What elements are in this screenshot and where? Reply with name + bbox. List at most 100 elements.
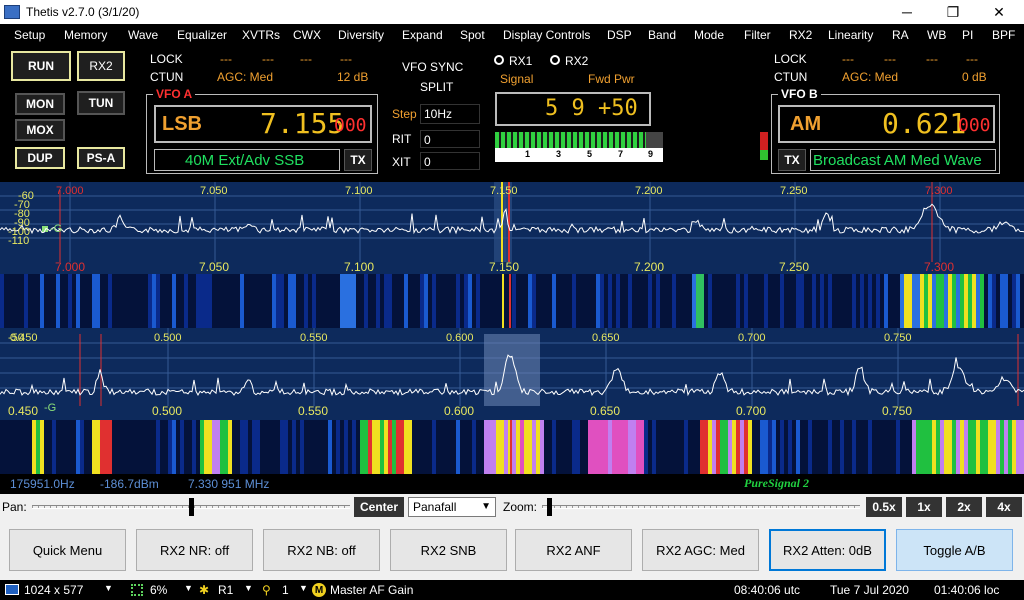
rx2-nb-button[interactable]: RX2 NB: off bbox=[263, 529, 380, 571]
rx2-button[interactable]: RX2 bbox=[77, 51, 125, 81]
menu-spot[interactable]: Spot bbox=[460, 28, 485, 42]
toggle-ab-button[interactable]: Toggle A/B bbox=[896, 529, 1013, 571]
rx1-radio[interactable] bbox=[494, 55, 504, 65]
menu-wb[interactable]: WB bbox=[927, 28, 946, 42]
waterfall-column bbox=[820, 420, 824, 474]
waterfall-column bbox=[340, 420, 344, 474]
run-button[interactable]: RUN bbox=[11, 51, 71, 81]
vfob-tx-button[interactable]: TX bbox=[778, 149, 806, 171]
antenna-dropdown-icon[interactable]: ▼ bbox=[299, 583, 308, 593]
menu-setup[interactable]: Setup bbox=[14, 28, 45, 42]
menu-pi[interactable]: PI bbox=[962, 28, 973, 42]
rx2-snb-button[interactable]: RX2 SNB bbox=[390, 529, 507, 571]
waterfall-column bbox=[644, 420, 648, 474]
waterfall-column bbox=[276, 420, 280, 474]
zoom-slider[interactable] bbox=[542, 505, 860, 509]
step-field[interactable]: 10Hz bbox=[420, 104, 480, 124]
vfoa-display[interactable]: LSB 7.155 000 bbox=[154, 105, 372, 143]
waterfall-column bbox=[464, 420, 468, 474]
xit-label[interactable]: XIT bbox=[392, 155, 411, 169]
split-label[interactable]: SPLIT bbox=[420, 80, 453, 94]
menu-diversity[interactable]: Diversity bbox=[338, 28, 384, 42]
mox-button[interactable]: MOX bbox=[15, 119, 65, 141]
minimize-button[interactable]: ─ bbox=[884, 0, 930, 24]
rx-label[interactable]: R1 bbox=[218, 583, 233, 597]
waterfall-column bbox=[272, 274, 276, 328]
waterfall-column bbox=[636, 274, 640, 328]
mon-button[interactable]: MON bbox=[15, 93, 65, 115]
waterfall-column bbox=[988, 274, 992, 328]
vfoa-ctun-label[interactable]: CTUN bbox=[150, 70, 183, 84]
display-mode-select[interactable]: Panafall ▼ bbox=[408, 497, 496, 517]
meter-signal-select[interactable]: Signal bbox=[500, 72, 533, 86]
rx2-atten-button[interactable]: RX2 Atten: 0dB bbox=[769, 529, 886, 571]
center-button[interactable]: Center bbox=[354, 497, 404, 517]
rx2-anf-button[interactable]: RX2 ANF bbox=[515, 529, 632, 571]
waterfall-column bbox=[140, 420, 144, 474]
menu-cwx[interactable]: CWX bbox=[293, 28, 321, 42]
rx-dropdown-icon[interactable]: ▼ bbox=[244, 583, 253, 593]
vfob-ctun-label[interactable]: CTUN bbox=[774, 70, 807, 84]
rx2-bottom-tick-0650: 0.650 bbox=[590, 404, 621, 418]
menu-memory[interactable]: Memory bbox=[64, 28, 107, 42]
menu-linearity[interactable]: Linearity bbox=[828, 28, 873, 42]
meter-fwdpwr-select[interactable]: Fwd Pwr bbox=[588, 72, 635, 86]
maximize-button[interactable]: ❐ bbox=[930, 0, 976, 24]
menu-equalizer[interactable]: Equalizer bbox=[177, 28, 227, 42]
waterfall-column bbox=[816, 274, 820, 328]
waterfall-column bbox=[584, 274, 588, 328]
waterfall-column bbox=[488, 274, 492, 328]
menu-bpf[interactable]: BPF bbox=[992, 28, 1015, 42]
waterfall-column bbox=[240, 420, 244, 474]
waterfall-column bbox=[392, 274, 396, 328]
menu-ra[interactable]: RA bbox=[892, 28, 909, 42]
rx2-agc-button[interactable]: RX2 AGC: Med bbox=[642, 529, 759, 571]
rit-field[interactable]: 0 bbox=[420, 130, 480, 148]
zoom-4x-button[interactable]: 4x bbox=[986, 497, 1022, 517]
vfob-lock-label[interactable]: LOCK bbox=[774, 52, 807, 66]
menu-xvtrs[interactable]: XVTRs bbox=[242, 28, 280, 42]
antenna-label[interactable]: 1 bbox=[282, 583, 289, 597]
zoom-0-5x-button[interactable]: 0.5x bbox=[866, 497, 902, 517]
cpu-label[interactable]: 6% bbox=[150, 583, 167, 597]
rx2-panadapter[interactable]: -50 -G 0.450 0.500 0.550 0.600 0.650 0.7… bbox=[0, 328, 1024, 420]
waterfall-column bbox=[288, 274, 292, 328]
tun-button[interactable]: TUN bbox=[77, 91, 125, 115]
menu-band[interactable]: Band bbox=[648, 28, 676, 42]
vfob-display[interactable]: AM 0.621 000 bbox=[778, 105, 995, 143]
quick-menu-button[interactable]: Quick Menu bbox=[9, 529, 126, 571]
resolution-label[interactable]: 1024 x 577 bbox=[24, 583, 83, 597]
close-button[interactable]: ✕ bbox=[976, 0, 1022, 24]
pan-slider-thumb[interactable] bbox=[189, 498, 194, 516]
rx1-waterfall[interactable] bbox=[0, 274, 1024, 328]
rit-label[interactable]: RIT bbox=[392, 132, 411, 146]
rx1-panadapter[interactable]: -60 -70 -80 -90 -100 -110 -G 7.000 7.050… bbox=[0, 182, 1024, 274]
rx2-nr-button[interactable]: RX2 NR: off bbox=[136, 529, 253, 571]
vfo-sync-label[interactable]: VFO SYNC bbox=[402, 60, 463, 74]
menu-dsp[interactable]: DSP bbox=[607, 28, 632, 42]
waterfall-column bbox=[408, 274, 412, 328]
waterfall-column bbox=[700, 274, 704, 328]
rx2-radio[interactable] bbox=[550, 55, 560, 65]
waterfall-column bbox=[8, 420, 12, 474]
menu-rx2[interactable]: RX2 bbox=[789, 28, 812, 42]
dup-button[interactable]: DUP bbox=[15, 147, 65, 169]
meter-scale: 1 3 5 7 9 bbox=[495, 148, 663, 162]
zoom-slider-thumb[interactable] bbox=[547, 498, 552, 516]
menu-expand[interactable]: Expand bbox=[402, 28, 443, 42]
menu-filter[interactable]: Filter bbox=[744, 28, 771, 42]
psa-button[interactable]: PS-A bbox=[77, 147, 125, 169]
zoom-1x-button[interactable]: 1x bbox=[906, 497, 942, 517]
master-af-gain-label[interactable]: Master AF Gain bbox=[330, 583, 413, 597]
resolution-dropdown-icon[interactable]: ▼ bbox=[104, 583, 113, 593]
menu-mode[interactable]: Mode bbox=[694, 28, 724, 42]
cpu-dropdown-icon[interactable]: ▼ bbox=[184, 583, 193, 593]
zoom-2x-button[interactable]: 2x bbox=[946, 497, 982, 517]
menu-wave[interactable]: Wave bbox=[128, 28, 158, 42]
vfoa-tx-button[interactable]: TX bbox=[344, 149, 372, 171]
menu-display-controls[interactable]: Display Controls bbox=[503, 28, 590, 42]
xit-field[interactable]: 0 bbox=[420, 152, 480, 170]
rx2-waterfall[interactable] bbox=[0, 420, 1024, 474]
vfoa-lock-label[interactable]: LOCK bbox=[150, 52, 183, 66]
vfob-tag: VFO B bbox=[778, 87, 821, 101]
